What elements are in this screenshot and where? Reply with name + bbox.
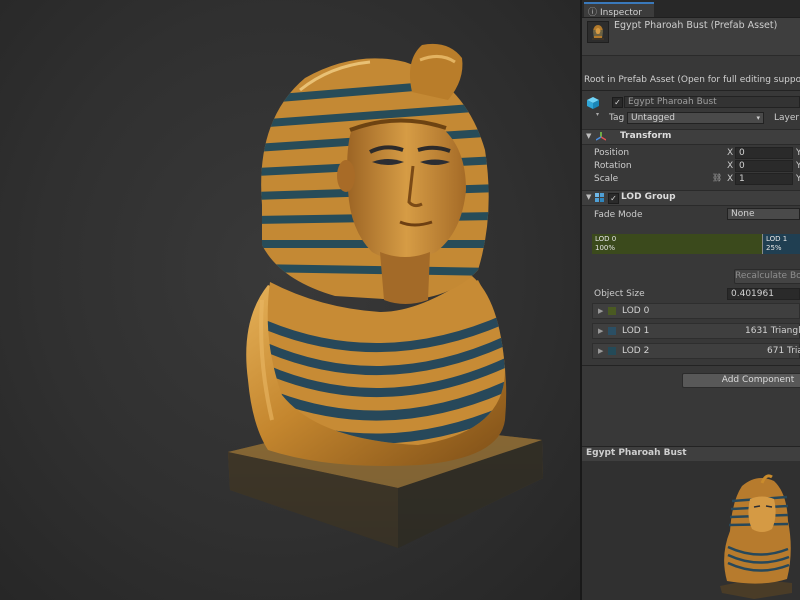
rotation-label: Rotation xyxy=(594,161,632,171)
divider xyxy=(582,90,800,91)
asset-title: Egypt Pharoah Bust (Prefab Asset) xyxy=(614,20,778,31)
lod-color-swatch xyxy=(608,347,616,355)
rotation-x-field[interactable]: 0 xyxy=(735,160,793,172)
object-size-label: Object Size xyxy=(594,289,645,299)
lod-level-2[interactable]: ▶ LOD 2 671 Triangle xyxy=(592,343,800,359)
transform-axes-icon xyxy=(596,132,606,141)
asset-header: Egypt Pharoah Bust (Prefab Asset) xyxy=(582,18,800,56)
prefab-cube-icon xyxy=(587,97,599,109)
prefab-info-text: Root in Prefab Asset (Open for full edit… xyxy=(584,75,800,85)
scale-label: Scale xyxy=(594,174,619,184)
preview-header[interactable]: Egypt Pharoah Bust xyxy=(582,446,800,462)
expand-arrow-icon[interactable]: ▶ xyxy=(598,327,603,335)
foldout-arrow-icon[interactable]: ▼ xyxy=(586,132,591,140)
scale-x-axis-label: X xyxy=(727,174,734,184)
fade-mode-label: Fade Mode xyxy=(594,210,643,220)
position-label: Position xyxy=(594,148,630,158)
tag-dropdown[interactable]: Untagged ▾ xyxy=(627,112,764,124)
asset-thumbnail xyxy=(587,21,609,43)
expand-arrow-icon[interactable]: ▶ xyxy=(598,347,603,355)
lod-level-0[interactable]: ▶ LOD 0 xyxy=(592,303,800,319)
scale-x-field[interactable]: 1 xyxy=(735,173,793,185)
lod-group-header[interactable]: ▼ ✓ LOD Group xyxy=(582,190,800,206)
layer-label: Layer xyxy=(774,113,800,123)
lod-bar-0-percent: 100% xyxy=(595,244,616,252)
tab-inspector[interactable]: ⓘ Inspector xyxy=(584,2,654,18)
scene-viewport[interactable] xyxy=(0,0,580,600)
lod-bar-segment-0[interactable]: LOD 0 100% xyxy=(592,234,762,254)
divider xyxy=(582,365,800,366)
lod-level-0-name: LOD 0 xyxy=(622,306,650,316)
lod-bar-1-name: LOD 1 xyxy=(766,235,788,243)
expand-arrow-icon[interactable]: ▶ xyxy=(598,307,603,315)
object-size-field[interactable]: 0.401961 xyxy=(727,288,800,300)
link-icon[interactable]: ⛓ xyxy=(712,173,722,182)
foldout-arrow-icon[interactable]: ▼ xyxy=(586,193,591,201)
tab-inspector-label: Inspector xyxy=(600,8,642,18)
prefab-info-bar: Root in Prefab Asset (Open for full edit… xyxy=(582,56,800,90)
lod-group-enabled-checkbox[interactable]: ✓ xyxy=(608,193,619,204)
recalculate-bounds-button[interactable]: Recalculate Bou xyxy=(734,269,800,284)
cube-dropdown-icon[interactable]: ▾ xyxy=(596,111,599,118)
gameobject-header: ▾ ✓ Egypt Pharoah Bust Tag Untagged ▾ La… xyxy=(582,92,800,128)
lod-color-swatch xyxy=(608,327,616,335)
rotation-x-axis-label: X xyxy=(727,161,734,171)
rotation-y-axis-label: Y xyxy=(796,161,800,171)
tag-label: Tag xyxy=(609,113,625,123)
lod-bar-0-name: LOD 0 xyxy=(595,235,617,243)
position-y-axis-label: Y xyxy=(796,148,800,158)
asset-preview[interactable] xyxy=(582,461,800,600)
lod-group-title: LOD Group xyxy=(621,192,676,202)
preview-title: Egypt Pharoah Bust xyxy=(586,448,687,458)
pharaoh-preview-image xyxy=(720,474,792,599)
info-icon: ⓘ xyxy=(588,8,598,18)
lod-bar-segment-1[interactable]: LOD 1 25% xyxy=(763,234,800,254)
fade-mode-dropdown[interactable]: None xyxy=(727,208,800,220)
position-x-field[interactable]: 0 xyxy=(735,147,793,159)
gameobject-active-checkbox[interactable]: ✓ xyxy=(612,97,623,108)
scale-y-axis-label: Y xyxy=(796,174,800,184)
lod-level-1-name: LOD 1 xyxy=(622,326,650,336)
lod-level-2-name: LOD 2 xyxy=(622,346,650,356)
lod-group-icon xyxy=(595,193,604,202)
position-x-axis-label: X xyxy=(727,148,734,158)
tab-bar: ⓘ Inspector xyxy=(582,0,800,18)
tag-value: Untagged xyxy=(631,113,676,123)
transform-title: Transform xyxy=(620,131,672,141)
gameobject-name-field[interactable]: Egypt Pharoah Bust xyxy=(624,96,800,108)
inspector-panel: ⓘ Inspector Egypt Pharoah Bust (Prefab As… xyxy=(582,0,800,600)
pharaoh-bust-model xyxy=(228,43,543,548)
lod-color-swatch xyxy=(608,307,616,315)
transform-header[interactable]: ▼ Transform xyxy=(582,129,800,145)
lod-level-1-triangles: 1631 Triangle xyxy=(745,326,800,336)
add-component-button[interactable]: Add Component xyxy=(682,373,800,388)
chevron-down-icon: ▾ xyxy=(756,114,760,122)
lod-level-2-triangles: 671 Triangle xyxy=(767,346,800,356)
lod-bar-1-percent: 25% xyxy=(766,244,782,252)
pharaoh-thumbnail-icon xyxy=(592,25,604,40)
lod-level-1[interactable]: ▶ LOD 1 1631 Triangle xyxy=(592,323,800,339)
